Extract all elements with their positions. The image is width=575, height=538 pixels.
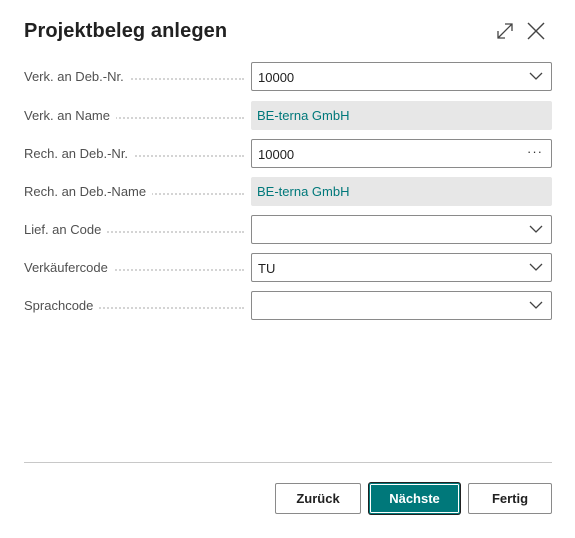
- field-value: BE-terna GmbH: [257, 108, 350, 123]
- field-row-sell-to-customer-no: Verk. an Deb.-Nr. 10000: [24, 62, 552, 92]
- field-row-sell-to-name: Verk. an Name BE-terna GmbH: [24, 101, 552, 131]
- field-label: Rech. an Deb.-Nr.: [24, 146, 135, 161]
- field-row-bill-to-customer-no: Rech. an Deb.-Nr. 10000 ···: [24, 139, 552, 169]
- field-value: BE-terna GmbH: [257, 184, 350, 199]
- field-label: Rech. an Deb.-Name: [24, 184, 153, 199]
- sell-to-customer-no-dropdown[interactable]: 10000: [251, 62, 552, 91]
- field-label: Verk. an Deb.-Nr.: [24, 69, 130, 84]
- expand-icon[interactable]: [494, 20, 516, 42]
- field-label: Sprachcode: [24, 298, 100, 313]
- chevron-down-icon: [529, 301, 543, 309]
- finish-button[interactable]: Fertig: [468, 483, 552, 514]
- dialog-title: Projektbeleg anlegen: [24, 20, 228, 42]
- chevron-down-icon: [529, 263, 543, 271]
- ship-to-code-dropdown[interactable]: [251, 215, 552, 244]
- chevron-down-icon: [529, 225, 543, 233]
- back-button[interactable]: Zurück: [275, 483, 361, 514]
- field-value: 10000: [258, 70, 295, 85]
- sell-to-name-readonly: BE-terna GmbH: [251, 101, 552, 130]
- field-label: Lief. an Code: [24, 222, 108, 237]
- chevron-down-icon: [529, 72, 543, 80]
- field-label: Verk. an Name: [24, 108, 116, 123]
- next-button[interactable]: Nächste: [369, 483, 460, 514]
- bill-to-customer-no-input[interactable]: 10000 ···: [251, 139, 552, 168]
- salesperson-code-dropdown[interactable]: TU: [251, 253, 552, 282]
- field-value: TU: [258, 261, 276, 276]
- bill-to-name-readonly: BE-terna GmbH: [251, 177, 552, 206]
- field-label: Verkäufercode: [24, 260, 114, 275]
- field-row-salesperson-code: Verkäufercode TU: [24, 253, 552, 283]
- create-project-document-dialog: Projektbeleg anlegen Verk. an Deb.-Nr. 1…: [0, 0, 575, 538]
- footer-divider: [24, 462, 552, 463]
- field-value: 10000: [258, 147, 295, 162]
- lookup-ellipsis-icon[interactable]: ···: [527, 144, 543, 159]
- close-icon[interactable]: [525, 20, 547, 42]
- field-row-bill-to-name: Rech. an Deb.-Name BE-terna GmbH: [24, 177, 552, 207]
- field-row-language-code: Sprachcode: [24, 291, 552, 321]
- language-code-dropdown[interactable]: [251, 291, 552, 320]
- field-row-ship-to-code: Lief. an Code: [24, 215, 552, 245]
